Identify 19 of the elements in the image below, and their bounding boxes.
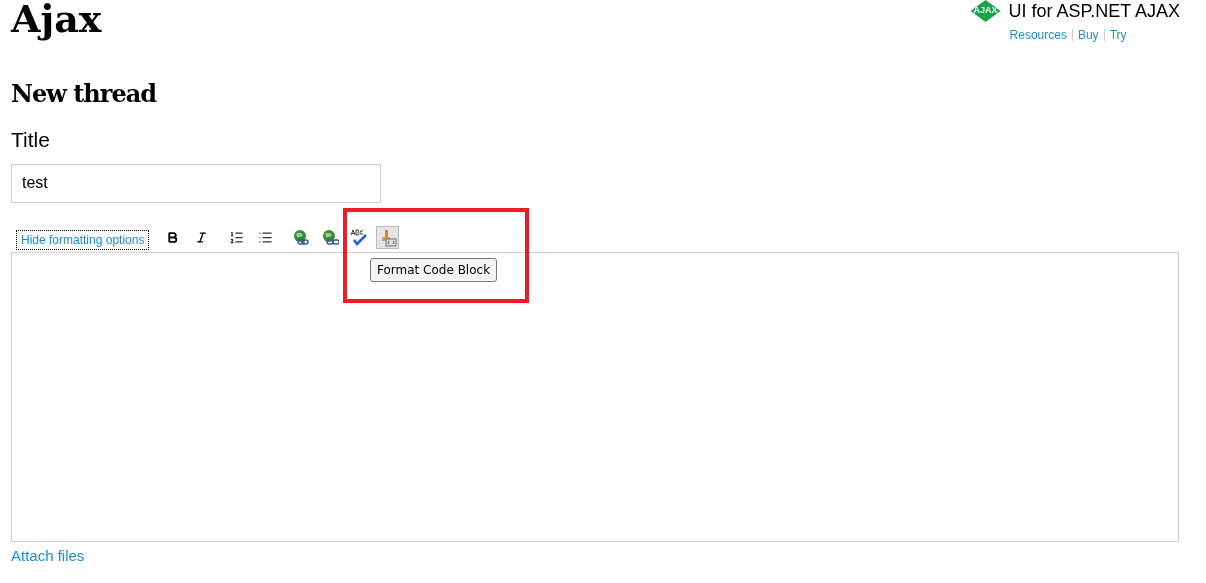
formatting-toggle-link[interactable]: Hide formatting options (16, 229, 150, 250)
tooltip: Format Code Block (370, 258, 498, 282)
globe-unlink-icon (320, 228, 339, 247)
italic-icon (195, 231, 209, 244)
header-link[interactable]: Resources (1009, 26, 1067, 44)
header-link[interactable]: Try (1109, 26, 1127, 44)
bold-icon (166, 231, 180, 244)
site-title: Ajax (11, 0, 102, 43)
spellcheck-icon (349, 228, 368, 247)
title-input[interactable]: test (11, 163, 381, 203)
header-link[interactable]: Buy (1077, 26, 1099, 44)
attach-files-link[interactable]: Attach files (11, 547, 1206, 564)
logo-icon: AJAX (970, 0, 1001, 22)
page-title: New thread (11, 78, 158, 110)
field-label: Title (11, 127, 51, 153)
globe-link-icon (291, 228, 310, 247)
product-name: UI for ASP.NET AJAX (1008, 2, 1180, 20)
bullet-list-icon (258, 230, 274, 245)
numbered-list-icon (229, 230, 245, 245)
